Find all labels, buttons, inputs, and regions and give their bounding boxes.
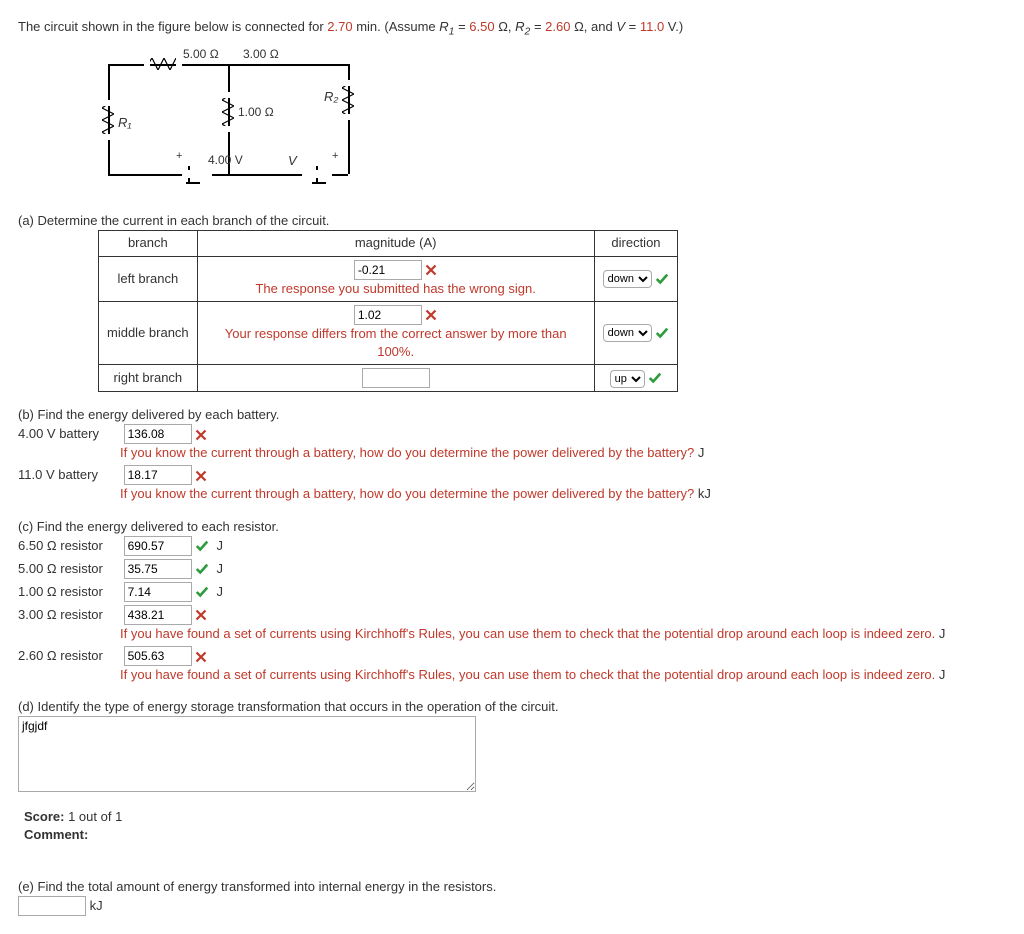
problem-intro: The circuit shown in the figure below is…	[18, 18, 1006, 40]
score-value: 1 out of 1	[68, 809, 122, 824]
middle-branch-feedback: Your response differs from the correct a…	[225, 326, 567, 359]
battery-11v-label: 11.0 V battery	[18, 466, 120, 484]
label-3ohm: 3.00 Ω	[243, 46, 279, 63]
r100-input[interactable]	[124, 582, 192, 602]
col-magnitude: magnitude (A)	[197, 231, 594, 256]
middle-branch-direction[interactable]: down	[603, 324, 652, 342]
part-c-prompt: (c) Find the energy delivered to each re…	[18, 518, 1006, 536]
label-r2: R₂	[324, 88, 338, 106]
part-a-prompt: (a) Determine the current in each branch…	[18, 212, 1006, 230]
right-branch-direction[interactable]: up	[610, 370, 645, 388]
r500-input[interactable]	[124, 559, 192, 579]
left-branch-input[interactable]	[354, 260, 422, 280]
intro-text: The circuit shown in the figure below is…	[18, 19, 327, 34]
check-icon	[655, 324, 669, 339]
comment-label: Comment:	[24, 827, 88, 842]
middle-branch-input[interactable]	[354, 305, 422, 325]
col-branch: branch	[99, 231, 198, 256]
label-1ohm: 1.00 Ω	[238, 104, 274, 121]
part-d-textarea[interactable]	[18, 716, 476, 792]
check-icon	[195, 538, 209, 553]
r260-input[interactable]	[124, 646, 192, 666]
check-icon	[195, 584, 209, 599]
cross-icon	[425, 262, 437, 277]
resistor-r1-icon	[102, 104, 114, 136]
part-e-prompt: (e) Find the total amount of energy tran…	[18, 878, 1006, 896]
resistor-1ohm-icon	[222, 96, 234, 128]
part-a-table: branch magnitude (A) direction left bran…	[98, 230, 678, 392]
r300-input[interactable]	[124, 605, 192, 625]
part-b-prompt: (b) Find the energy delivered by each ba…	[18, 406, 1006, 424]
battery-11v-input[interactable]	[124, 465, 192, 485]
cross-icon	[195, 648, 207, 663]
table-row: right branch up	[99, 365, 678, 392]
check-icon	[648, 370, 662, 385]
battery-4v-label: 4.00 V battery	[18, 425, 120, 443]
battery-4v-input[interactable]	[124, 424, 192, 444]
check-icon	[195, 561, 209, 576]
label-4v: 4.00 V	[208, 152, 243, 169]
left-branch-direction[interactable]: down	[603, 270, 652, 288]
col-direction: direction	[594, 231, 678, 256]
part-e: (e) Find the total amount of energy tran…	[18, 878, 1006, 916]
part-d-prompt: (d) Identify the type of energy storage …	[18, 698, 1006, 716]
battery-4v-feedback: If you know the current through a batter…	[120, 445, 694, 460]
table-row: middle branch Your response differs from…	[99, 301, 678, 364]
part-b: (b) Find the energy delivered by each ba…	[18, 406, 1006, 504]
battery-11v-feedback: If you know the current through a batter…	[120, 486, 694, 501]
check-icon	[655, 270, 669, 285]
label-5ohm: 5.00 Ω	[183, 46, 219, 63]
cross-icon	[195, 607, 207, 622]
r650-input[interactable]	[124, 536, 192, 556]
right-branch-input[interactable]	[362, 368, 430, 388]
part-d: (d) Identify the type of energy storage …	[18, 698, 1006, 844]
cross-icon	[195, 467, 207, 482]
score-label: Score:	[24, 809, 64, 824]
table-row: left branch The response you submitted h…	[99, 256, 678, 301]
part-a: (a) Determine the current in each branch…	[18, 212, 1006, 392]
part-c: (c) Find the energy delivered to each re…	[18, 518, 1006, 685]
part-e-unit: kJ	[90, 898, 103, 913]
label-v: V	[288, 152, 297, 170]
circuit-diagram: 5.00 Ω 3.00 Ω R₂ 1.00 Ω R₁ 4.00 V V + +	[88, 54, 388, 194]
resistor-r2-icon	[342, 84, 354, 116]
time-value: 2.70	[327, 19, 352, 34]
left-branch-feedback: The response you submitted has the wrong…	[255, 281, 535, 296]
cross-icon	[195, 426, 207, 441]
part-e-input[interactable]	[18, 896, 86, 916]
label-r1: R₁	[118, 114, 132, 132]
cross-icon	[425, 307, 437, 322]
